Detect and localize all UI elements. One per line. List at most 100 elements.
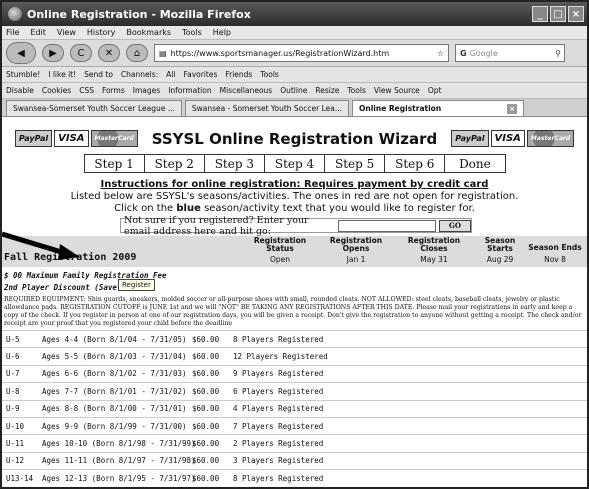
paypal-logo: PayPal bbox=[451, 130, 489, 147]
table-row[interactable]: U13-14 Ages 12-13 (Born 8/1/95 - 7/31/97)… bbox=[2, 469, 587, 486]
minimize-button[interactable]: _ bbox=[532, 6, 548, 22]
page-content: PayPal VISA MasterCard SSYSL Online Regi… bbox=[2, 119, 587, 487]
division-count: 4 Players Registered bbox=[233, 404, 324, 414]
tab-league-page[interactable]: Swansea - Somerset Youth Soccer Lea... bbox=[184, 100, 350, 116]
disable-menu[interactable]: Disable bbox=[6, 86, 34, 95]
information-menu[interactable]: Information bbox=[168, 86, 211, 95]
tab-league-home[interactable]: Swansea-Somerset Youth Soccer League ... bbox=[6, 100, 182, 116]
view-source-menu[interactable]: View Source bbox=[374, 86, 420, 95]
table-row[interactable]: U-6 Ages 5-5 (Born 8/1/03 - 7/31/04) $60.0… bbox=[2, 347, 587, 364]
menu-history[interactable]: History bbox=[87, 28, 115, 37]
like-button[interactable]: I like it! bbox=[48, 70, 76, 79]
search-icon[interactable]: ⚲ bbox=[555, 49, 564, 58]
instructions-text: season/activity text that you would like… bbox=[200, 203, 475, 214]
division-code: U-9 bbox=[6, 404, 20, 414]
close-tab-icon[interactable]: × bbox=[507, 103, 518, 114]
visa-logo: VISA bbox=[490, 130, 525, 147]
window-title: Online Registration - Mozilla Firefox bbox=[27, 7, 251, 21]
all-button[interactable]: All bbox=[166, 70, 175, 79]
division-code: U13-14 bbox=[6, 473, 34, 483]
back-button[interactable]: ◀ bbox=[6, 42, 36, 64]
division-ages[interactable]: Ages 5-5 (Born 8/1/03 - 7/31/04) bbox=[42, 352, 192, 361]
favorites-button[interactable]: Favorites bbox=[183, 70, 217, 79]
search-box[interactable]: G Google ⚲ bbox=[455, 44, 565, 62]
mastercard-logo: MasterCard bbox=[526, 130, 575, 147]
miscellaneous-menu[interactable]: Miscellaneous bbox=[220, 86, 273, 95]
division-count: 8 Players Registered bbox=[233, 473, 324, 483]
division-fee: $60.00 bbox=[192, 386, 220, 396]
division-count: 3 Players Registered bbox=[233, 456, 324, 466]
tab-online-registration[interactable]: Online Registration × bbox=[352, 100, 525, 116]
division-fee: $60.00 bbox=[192, 334, 220, 344]
division-ages[interactable]: Ages 4-4 (Born 8/1/04 - 7/31/05) bbox=[42, 335, 192, 344]
division-code: U-6 bbox=[6, 352, 20, 362]
division-count: 8 Players Registered bbox=[233, 334, 324, 344]
instructions-blue: blue bbox=[176, 203, 201, 214]
tab-bar: Swansea-Somerset Youth Soccer League ...… bbox=[2, 99, 587, 117]
division-code: U-7 bbox=[6, 369, 20, 379]
url-text: https://www.sportsmanager.us/Registratio… bbox=[170, 48, 390, 58]
division-list: U-5 Ages 4-4 (Born 8/1/04 - 7/31/05) $60.0… bbox=[2, 330, 587, 487]
division-ages[interactable]: Ages 8-8 (Born 8/1/00 - 7/31/01) bbox=[42, 404, 192, 413]
menu-view[interactable]: View bbox=[57, 28, 76, 37]
title-bar: Online Registration - Mozilla Firefox _ … bbox=[2, 2, 587, 26]
table-row[interactable]: U-12 Ages 11-11 (Born 8/1/97 - 7/31/98) $6… bbox=[2, 451, 587, 469]
division-ages[interactable]: Ages 6-6 (Born 8/1/02 - 7/31/03) bbox=[42, 369, 192, 378]
stumble-button[interactable]: Stumble! bbox=[6, 70, 40, 79]
division-ages[interactable]: Ages 10-10 (Born 8/1/98 - 7/31/99) bbox=[42, 439, 196, 448]
division-code: U-10 bbox=[6, 421, 25, 431]
images-menu[interactable]: Images bbox=[133, 86, 160, 95]
email-input[interactable] bbox=[337, 219, 436, 232]
outline-menu[interactable]: Outline bbox=[280, 86, 307, 95]
address-bar[interactable]: ▤ https://www.sportsmanager.us/Registrat… bbox=[154, 44, 449, 62]
col-status-header: Registration Status bbox=[253, 236, 307, 253]
table-row[interactable]: U-11 Ages 10-10 (Born 8/1/98 - 7/31/99) $6… bbox=[2, 434, 587, 451]
maximize-button[interactable]: □ bbox=[550, 6, 566, 22]
step-6: Step 6 bbox=[385, 155, 446, 172]
tab-label: Swansea-Somerset Youth Soccer League ... bbox=[13, 104, 175, 113]
forward-button[interactable]: ▶ bbox=[42, 44, 64, 62]
bookmark-star-icon[interactable]: ☆ bbox=[437, 49, 448, 58]
menu-edit[interactable]: Edit bbox=[30, 28, 46, 37]
menu-file[interactable]: File bbox=[6, 28, 19, 37]
mastercard-logo: MasterCard bbox=[90, 130, 138, 147]
registration-opens: Jan 1 bbox=[346, 255, 366, 264]
division-ages[interactable]: Ages 11-11 (Born 8/1/97 - 7/31/98) bbox=[42, 456, 196, 465]
cookies-menu[interactable]: Cookies bbox=[42, 86, 71, 95]
send-to-button[interactable]: Send to bbox=[84, 70, 113, 79]
step-2: Step 2 bbox=[145, 155, 205, 172]
reload-button[interactable]: C bbox=[70, 44, 92, 62]
tools-menu[interactable]: Tools bbox=[347, 86, 365, 95]
col-starts-header: Season Starts bbox=[484, 236, 516, 253]
tools-button[interactable]: Tools bbox=[260, 70, 278, 79]
division-ages[interactable]: Ages 7-7 (Born 8/1/01 - 7/31/02) bbox=[42, 387, 192, 396]
instructions-text: Click on the bbox=[114, 203, 177, 214]
menu-tools[interactable]: Tools bbox=[182, 28, 202, 37]
close-button[interactable]: × bbox=[568, 6, 584, 22]
google-icon: G bbox=[460, 48, 467, 58]
menu-help[interactable]: Help bbox=[213, 28, 231, 37]
division-ages[interactable]: Ages 12-13 (Born 8/1/95 - 7/31/97) bbox=[42, 474, 196, 483]
forms-menu[interactable]: Forms bbox=[102, 86, 125, 95]
division-count: 6 Players Registered bbox=[233, 386, 324, 396]
division-ages[interactable]: Ages 9-9 (Born 8/1/99 - 7/31/00) bbox=[42, 422, 192, 431]
visa-logo: VISA bbox=[54, 130, 89, 147]
registration-closes: May 31 bbox=[420, 255, 448, 264]
go-button[interactable]: GO bbox=[438, 219, 471, 232]
menu-bookmarks[interactable]: Bookmarks bbox=[126, 28, 171, 37]
home-button[interactable]: ⌂ bbox=[126, 44, 148, 62]
table-row[interactable]: U-5 Ages 4-4 (Born 8/1/04 - 7/31/05) $60.0… bbox=[2, 330, 587, 347]
channels-label: Channels: bbox=[120, 70, 159, 79]
table-row[interactable]: U-7 Ages 6-6 (Born 8/1/02 - 7/31/03) $60.0… bbox=[2, 364, 587, 382]
table-row[interactable]: U-10 Ages 9-9 (Born 8/1/99 - 7/31/00) $60.… bbox=[2, 416, 587, 434]
css-menu[interactable]: CSS bbox=[79, 86, 94, 95]
resize-menu[interactable]: Resize bbox=[315, 86, 339, 95]
stop-button[interactable]: ✕ bbox=[98, 44, 120, 62]
options-menu[interactable]: Opt bbox=[428, 86, 442, 95]
arrow-pointer-icon bbox=[2, 231, 80, 260]
wizard-steps: Step 1 Step 2 Step 3 Step 4 Step 5 Step … bbox=[83, 154, 506, 173]
friends-button[interactable]: Friends bbox=[225, 70, 252, 79]
step-done: Done bbox=[459, 156, 491, 171]
table-row[interactable]: U-9 Ages 8-8 (Born 8/1/00 - 7/31/01) $60.0… bbox=[2, 399, 587, 417]
table-row[interactable]: U-8 Ages 7-7 (Born 8/1/01 - 7/31/02) $60.0… bbox=[2, 382, 587, 399]
